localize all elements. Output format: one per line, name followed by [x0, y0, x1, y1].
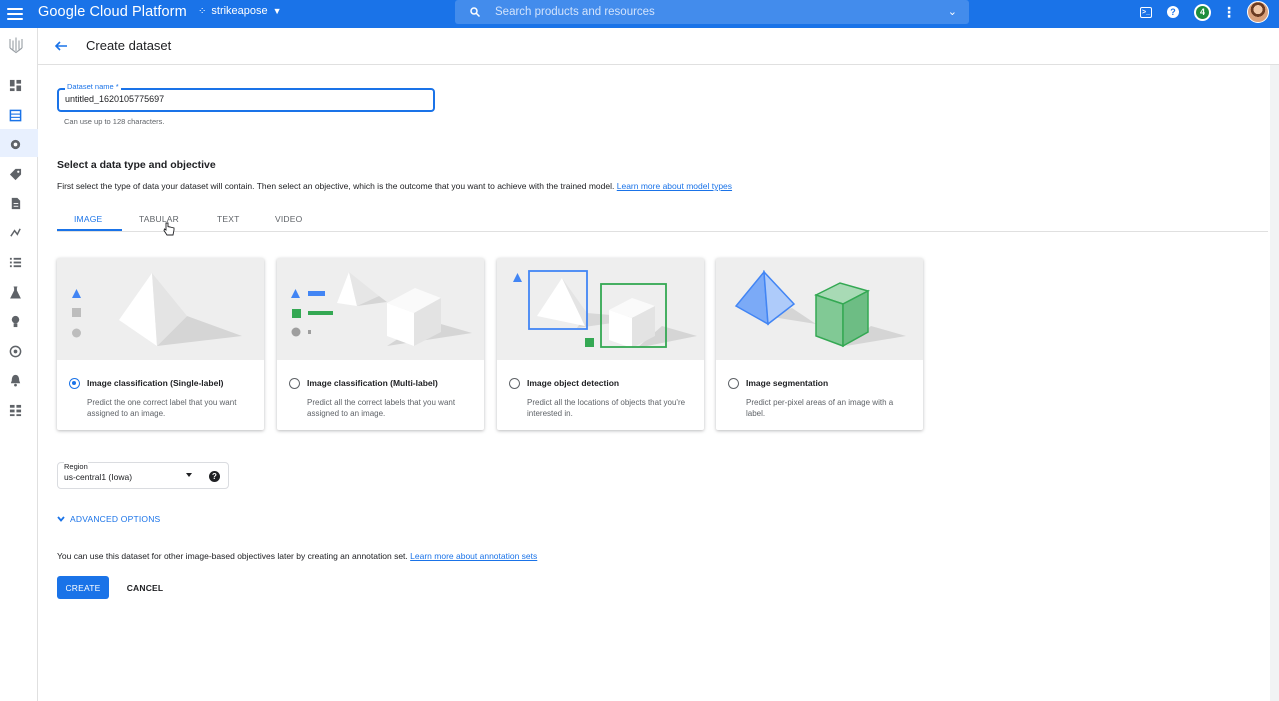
side-nav — [0, 28, 38, 701]
objective-title: Image object detection — [527, 378, 620, 388]
chevron-down-icon[interactable]: ⌄ — [948, 5, 957, 18]
search-icon — [470, 7, 481, 18]
dataset-name-input[interactable] — [65, 94, 415, 104]
vertex-ai-logo-icon — [9, 37, 23, 54]
learn-more-model-types-link[interactable]: Learn more about model types — [617, 181, 732, 191]
vertical-scrollbar[interactable] — [1270, 65, 1279, 701]
labeling-icon[interactable] — [9, 168, 22, 181]
annotation-note-text: You can use this dataset for other image… — [57, 551, 408, 561]
avatar[interactable] — [1247, 1, 1269, 23]
tab-video[interactable]: VIDEO — [275, 214, 302, 224]
objective-title: Image classification (Single-label) — [87, 378, 224, 388]
region-label: Region — [64, 462, 88, 471]
training-icon[interactable] — [9, 256, 22, 269]
project-icon: ⁘ — [198, 5, 207, 17]
page-title: Create dataset — [86, 38, 172, 53]
objective-description: Predict all the correct labels that you … — [307, 398, 456, 418]
objective-card-single-label[interactable]: Image classification (Single-label) Pred… — [57, 258, 264, 430]
objective-description: Predict per-pixel areas of an image with… — [746, 398, 894, 418]
objective-card-segmentation[interactable]: Image segmentation Predict per-pixel are… — [716, 258, 923, 430]
dataset-name-label: Dataset name * — [65, 82, 121, 91]
chevron-down-icon: ▼ — [272, 6, 282, 16]
radio-single-label[interactable] — [69, 378, 80, 389]
region-select[interactable]: Region us-central1 (Iowa) ? — [57, 462, 229, 489]
brand-title[interactable]: Google Cloud Platform — [38, 4, 187, 20]
objective-title: Image classification (Multi-label) — [307, 378, 438, 388]
datasets-icon[interactable] — [9, 109, 22, 122]
advanced-options-toggle[interactable]: ADVANCED OPTIONS — [56, 514, 160, 524]
more-vert-icon[interactable]: ⋮ — [1222, 4, 1236, 20]
dataset-name-hint: Can use up to 128 characters. — [64, 117, 165, 126]
experiments-icon[interactable] — [9, 286, 22, 299]
data-type-tabs: IMAGE TABULAR TEXT VIDEO — [57, 210, 1268, 232]
metadata-icon[interactable] — [9, 404, 22, 417]
project-selector[interactable]: ⁘ strikeapose ▼ — [198, 5, 282, 17]
page-header: Create dataset — [38, 28, 1279, 65]
objective-description: Predict the one correct label that you w… — [87, 398, 237, 418]
objective-description: Predict all the locations of objects tha… — [527, 398, 686, 418]
objective-card-multi-label[interactable]: Image classification (Multi-label) Predi… — [277, 258, 484, 430]
segmentation-illustration — [716, 258, 923, 360]
create-button[interactable]: CREATE — [57, 576, 109, 599]
objective-title: Image segmentation — [746, 378, 829, 388]
advanced-options-label: ADVANCED OPTIONS — [70, 514, 161, 524]
search-bar[interactable]: ⌄ — [455, 0, 969, 24]
single-label-illustration — [57, 258, 264, 360]
active-tab-indicator — [57, 229, 122, 231]
back-arrow-icon[interactable] — [53, 38, 69, 54]
radio-segmentation[interactable] — [728, 378, 739, 389]
dashboard-icon[interactable] — [9, 79, 22, 92]
radio-multi-label[interactable] — [289, 378, 300, 389]
models-icon[interactable] — [9, 315, 22, 328]
tab-text[interactable]: TEXT — [217, 214, 240, 224]
help-icon[interactable]: ? — [209, 471, 220, 482]
learn-more-annotation-sets-link[interactable]: Learn more about annotation sets — [410, 551, 537, 561]
chevron-down-icon — [57, 516, 65, 522]
pipelines-icon[interactable] — [9, 226, 22, 239]
search-input[interactable] — [495, 6, 915, 18]
cloud-shell-icon[interactable]: >_ — [1140, 6, 1152, 18]
dropdown-arrow-icon[interactable] — [186, 473, 192, 477]
region-value: us-central1 (Iowa) — [64, 472, 133, 482]
notebooks-icon[interactable] — [9, 197, 22, 210]
endpoints-icon[interactable] — [9, 345, 22, 358]
radio-object-detection[interactable] — [509, 378, 520, 389]
multi-label-illustration — [277, 258, 484, 360]
data-type-description-text: First select the type of data your datas… — [57, 181, 615, 191]
cancel-button[interactable]: CANCEL — [119, 576, 171, 599]
data-type-description: First select the type of data your datas… — [57, 181, 732, 191]
notifications-badge[interactable]: 4 — [1194, 3, 1211, 21]
hand-cursor-icon — [163, 222, 175, 236]
tab-image[interactable]: IMAGE — [74, 214, 102, 224]
feature-store-icon[interactable] — [9, 138, 22, 151]
dataset-name-field[interactable]: Dataset name * — [57, 82, 435, 112]
object-detection-illustration — [497, 258, 704, 360]
data-type-heading: Select a data type and objective — [57, 159, 216, 171]
batch-predictions-icon[interactable] — [9, 374, 22, 387]
top-bar: Google Cloud Platform ⁘ strikeapose ▼ ⌄ … — [0, 0, 1279, 28]
project-name: strikeapose — [211, 5, 268, 17]
objective-card-object-detection[interactable]: Image object detection Predict all the l… — [497, 258, 704, 430]
annotation-note: You can use this dataset for other image… — [57, 551, 537, 561]
help-icon[interactable]: ? — [1167, 6, 1179, 18]
menu-icon[interactable] — [7, 5, 23, 21]
